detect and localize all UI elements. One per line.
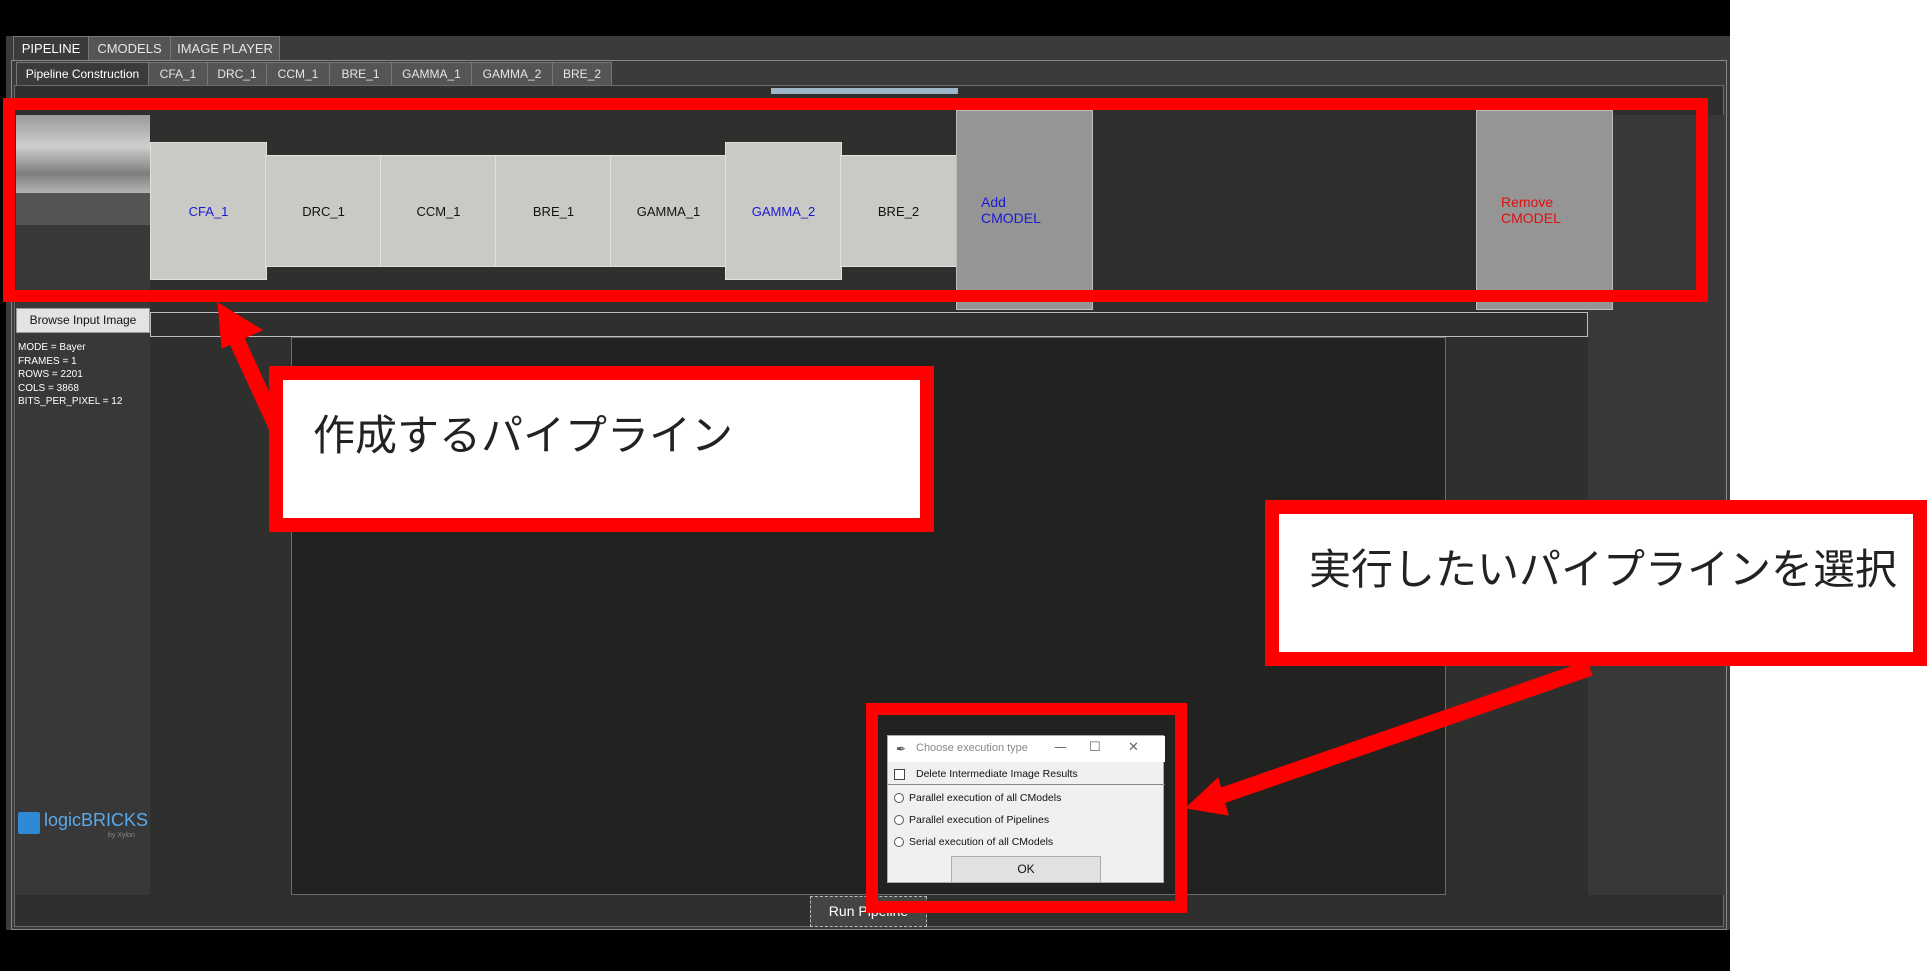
arrow-to-dialog-line	[1215, 660, 1593, 805]
callout-select-pipeline: 実行したいパイプラインを選択	[1265, 500, 1927, 666]
callout-pipeline: 作成するパイプライン	[269, 366, 934, 532]
arrow-to-dialog-head	[1184, 777, 1229, 816]
